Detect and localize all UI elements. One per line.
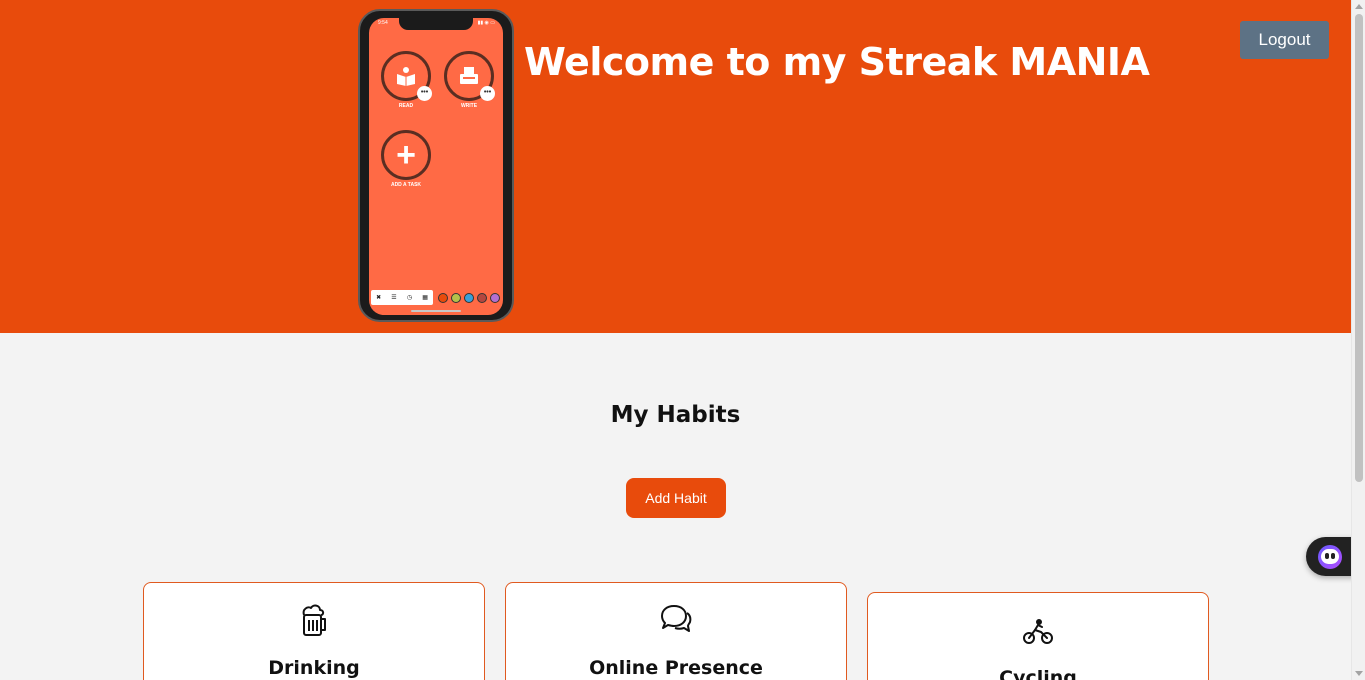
page-title: Welcome to my Streak MANIA: [524, 40, 1150, 84]
color-swatch: [490, 292, 500, 303]
habit-card-title: Drinking: [268, 657, 360, 679]
scroll-down-arrow-icon[interactable]: [1355, 671, 1363, 676]
phone-task-write: ••• WRITE: [443, 51, 495, 109]
plus-icon: +: [381, 130, 431, 180]
clock-icon: ◷: [406, 295, 413, 301]
bicycle-icon: [868, 613, 1208, 647]
scrollbar-thumb[interactable]: [1355, 14, 1363, 482]
typewriter-icon: •••: [444, 51, 495, 101]
color-swatch: [438, 292, 448, 303]
calendar-icon: ▦: [422, 295, 428, 301]
phone-screen: 9:54 ▮▮ ◉ ▭ ••• READ ••• WRITE + ADD A T…: [369, 18, 503, 315]
close-icon: ✖: [376, 295, 382, 301]
chat-bubbles-icon: [506, 603, 846, 637]
phone-notch: [399, 18, 473, 30]
phone-add-task-label: ADD A TASK: [390, 182, 422, 188]
scroll-up-arrow-icon[interactable]: [1355, 4, 1363, 9]
color-swatch: [451, 292, 461, 303]
habit-card-cycling[interactable]: Cycling: [867, 592, 1209, 680]
phone-add-task: + ADD A TASK: [380, 130, 432, 188]
phone-task-label: WRITE: [460, 103, 478, 109]
phone-task-read: ••• READ: [380, 51, 432, 109]
book-reader-icon: •••: [381, 51, 432, 101]
habit-card-title: Cycling: [999, 667, 1077, 680]
hero-banner: 9:54 ▮▮ ◉ ▭ ••• READ ••• WRITE + ADD A T…: [0, 0, 1351, 333]
chatbot-icon: [1318, 544, 1342, 569]
color-swatch: [477, 292, 487, 303]
phone-status-icons: ▮▮ ◉ ▭: [477, 20, 495, 26]
add-habit-button[interactable]: Add Habit: [626, 478, 726, 518]
logout-button[interactable]: Logout: [1240, 21, 1329, 59]
list-icon: ☰: [391, 295, 397, 301]
phone-status-time: 9:54: [378, 20, 388, 26]
color-swatch: [464, 292, 474, 303]
phone-home-indicator: [411, 310, 461, 312]
page-scrollbar[interactable]: [1351, 0, 1365, 680]
phone-toolbar-icons: ✖ ☰ ◷ ▦: [371, 290, 433, 305]
task-more-button: •••: [480, 86, 495, 101]
habits-heading: My Habits: [610, 402, 741, 428]
habit-card-drinking[interactable]: Drinking: [143, 582, 485, 680]
task-more-button: •••: [417, 86, 432, 101]
habit-card-title: Online Presence: [589, 657, 763, 679]
habit-card-online-presence[interactable]: Online Presence: [505, 582, 847, 680]
phone-task-label: READ: [398, 103, 414, 109]
phone-mockup-image: 9:54 ▮▮ ◉ ▭ ••• READ ••• WRITE + ADD A T…: [358, 9, 514, 322]
phone-color-swatches: [438, 292, 500, 303]
phone-toolbar: ✖ ☰ ◷ ▦: [371, 290, 503, 305]
beer-mug-icon: [144, 603, 484, 637]
